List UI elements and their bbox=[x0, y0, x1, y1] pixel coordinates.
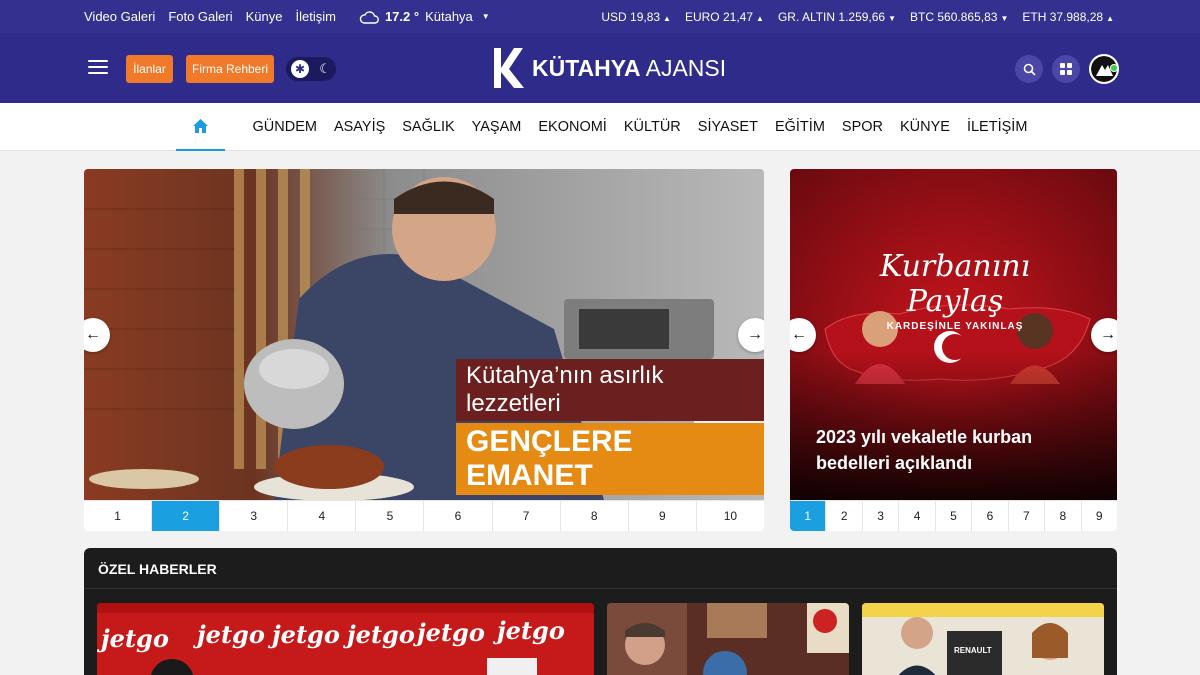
poster-title-sub: KARDEŞİNLE YAKINLAŞ bbox=[886, 321, 1024, 332]
nav-item-iletisim[interactable]: İLETİŞİM bbox=[958, 119, 1035, 135]
nav-item-gundem[interactable]: GÜNDEM bbox=[244, 119, 325, 135]
pager-item[interactable]: 4 bbox=[288, 501, 357, 531]
apps-button[interactable] bbox=[1052, 55, 1080, 83]
news-card[interactable] bbox=[607, 603, 849, 675]
main-nav: GÜNDEM ASAYİŞ SAĞLIK YAŞAM EKONOMİ KÜLTÜ… bbox=[0, 103, 1200, 151]
nav-item-saglik[interactable]: SAĞLIK bbox=[394, 119, 463, 135]
pager-item[interactable]: 5 bbox=[356, 501, 425, 531]
jetgo-sign-3: jetgo bbox=[268, 620, 340, 649]
poster-title: Kurbanını Paylaş KARDEŞİNLE YAKINLAŞ bbox=[830, 249, 1080, 332]
logo-text-main: KÜTAHYA bbox=[532, 54, 641, 81]
hamburger-menu-icon[interactable] bbox=[88, 60, 108, 76]
slide-headline: Kütahya’nın asırlık lezzetleri GENÇLERE … bbox=[456, 359, 764, 495]
logo-mark-icon bbox=[494, 48, 524, 88]
nav-item-kunye[interactable]: KÜNYE bbox=[892, 119, 959, 135]
market-ticker: USD 19,83 ▲ EURO 21,47 ▲ GR. ALTIN 1.259,6… bbox=[601, 0, 1114, 33]
main-slide-image[interactable]: Kütahya’nın asırlık lezzetleri GENÇLERE … bbox=[84, 169, 764, 500]
section-title: ÖZEL HABERLER bbox=[98, 561, 217, 577]
side-slider-pager: 1 2 3 4 5 6 7 8 9 bbox=[790, 500, 1117, 531]
pager-item[interactable]: 7 bbox=[493, 501, 561, 531]
pager-item[interactable]: 10 bbox=[697, 501, 764, 531]
renault-sign: RENAULT bbox=[954, 646, 992, 655]
main-slider-pager: 1 2 3 4 5 6 7 8 9 10 bbox=[84, 500, 764, 531]
top-link-kunye[interactable]: Künye bbox=[246, 9, 283, 24]
pager-item-active[interactable]: 2 bbox=[152, 501, 221, 531]
chevron-down-icon: ▼ bbox=[481, 12, 490, 21]
main-news-slider: Kütahya’nın asırlık lezzetleri GENÇLERE … bbox=[84, 169, 764, 531]
side-slide-image[interactable]: Kurbanını Paylaş KARDEŞİNLE YAKINLAŞ 202… bbox=[790, 169, 1117, 500]
slide-headline-line1: Kütahya’nın asırlık lezzetleri bbox=[456, 359, 764, 421]
top-links: Video Galeri Foto Galeri Künye İletişim … bbox=[84, 0, 490, 33]
section-divider bbox=[84, 588, 1117, 589]
grid-icon bbox=[1060, 63, 1072, 75]
pager-item[interactable]: 2 bbox=[826, 501, 863, 531]
pager-item[interactable]: 9 bbox=[1082, 501, 1117, 531]
pager-item-active[interactable]: 1 bbox=[790, 501, 827, 531]
nav-item-egitim[interactable]: EĞİTİM bbox=[766, 119, 833, 135]
pager-item[interactable]: 6 bbox=[972, 501, 1009, 531]
pager-item[interactable]: 3 bbox=[220, 501, 289, 531]
theme-toggle[interactable]: ✱ ☾ bbox=[286, 57, 336, 81]
site-logo[interactable]: KÜTAHYA AJANSI bbox=[492, 46, 726, 90]
renault-photo: RENAULT bbox=[862, 603, 1104, 675]
ozel-haberler-section: ÖZEL HABERLER jetgo jetgo jetgo jetgo je… bbox=[84, 548, 1117, 675]
top-link-iletisim[interactable]: İletişim bbox=[296, 9, 336, 24]
cloud-icon bbox=[359, 10, 379, 24]
news-card[interactable]: jetgo jetgo jetgo jetgo jetgo jetgo bbox=[97, 603, 594, 675]
ilanlar-button[interactable]: İlanlar bbox=[126, 55, 173, 83]
side-news-slider: Kurbanını Paylaş KARDEŞİNLE YAKINLAŞ 202… bbox=[790, 169, 1117, 531]
search-button[interactable] bbox=[1015, 55, 1043, 83]
jetgo-sign-1: jetgo bbox=[97, 624, 169, 653]
pager-item[interactable]: 6 bbox=[424, 501, 493, 531]
poster-title-main: Kurbanını Paylaş bbox=[879, 249, 1031, 319]
pager-item[interactable]: 4 bbox=[899, 501, 936, 531]
site-header: İlanlar Firma Rehberi ✱ ☾ KÜTAHYA AJANSI bbox=[0, 33, 1200, 103]
nav-item-ekonomi[interactable]: EKONOMİ bbox=[530, 119, 615, 135]
jetgo-sign-5: jetgo bbox=[413, 618, 485, 647]
slide-headline-line2: GENÇLERE EMANET bbox=[456, 423, 764, 495]
pager-item[interactable]: 5 bbox=[936, 501, 973, 531]
news-card[interactable]: RENAULT bbox=[862, 603, 1104, 675]
online-status-dot bbox=[1110, 64, 1117, 72]
home-icon[interactable] bbox=[176, 103, 225, 151]
pager-item[interactable]: 8 bbox=[561, 501, 629, 531]
nav-item-kultur[interactable]: KÜLTÜR bbox=[615, 119, 689, 135]
nav-list: GÜNDEM ASAYİŞ SAĞLIK YAŞAM EKONOMİ KÜLTÜ… bbox=[244, 103, 1036, 151]
weather-city: Kütahya bbox=[425, 9, 473, 24]
next-arrow-icon[interactable]: → bbox=[738, 318, 764, 352]
weather-temp: 17.2 ° bbox=[384, 9, 420, 24]
jetgo-sign-2: jetgo bbox=[193, 620, 265, 649]
market-euro: EURO 21,47 ▲ bbox=[684, 9, 764, 24]
nav-item-siyaset[interactable]: SİYASET bbox=[689, 119, 766, 135]
next-arrow-icon[interactable]: → bbox=[1091, 318, 1117, 352]
market-btc: BTC 560.865,83 ▼ bbox=[910, 9, 1009, 24]
user-avatar[interactable] bbox=[1089, 54, 1119, 84]
top-link-foto-galeri[interactable]: Foto Galeri bbox=[168, 9, 232, 24]
pager-item[interactable]: 7 bbox=[1009, 501, 1046, 531]
top-bar: Video Galeri Foto Galeri Künye İletişim … bbox=[0, 0, 1200, 33]
top-link-video-galeri[interactable]: Video Galeri bbox=[84, 9, 155, 24]
search-icon bbox=[1023, 63, 1036, 76]
market-eth: ETH 37.988,28 ▲ bbox=[1022, 9, 1114, 24]
nav-item-spor[interactable]: SPOR bbox=[833, 119, 891, 135]
pager-item[interactable]: 9 bbox=[629, 501, 697, 531]
pager-item[interactable]: 3 bbox=[863, 501, 900, 531]
pager-item[interactable]: 8 bbox=[1045, 501, 1082, 531]
moon-icon: ☾ bbox=[319, 61, 331, 76]
nav-item-yasam[interactable]: YAŞAM bbox=[463, 119, 530, 135]
nav-item-asayis[interactable]: ASAYİŞ bbox=[325, 119, 393, 135]
weather-widget[interactable]: 17.2 ° Kütahya ▼ bbox=[359, 9, 490, 24]
jetgo-photo: jetgo jetgo jetgo jetgo jetgo jetgo bbox=[97, 603, 594, 675]
firma-rehberi-button[interactable]: Firma Rehberi bbox=[186, 55, 274, 83]
side-slide-caption[interactable]: 2023 yılı vekaletle kurban bedelleri açı… bbox=[816, 424, 1056, 476]
market-gold: GR. ALTIN 1.259,66 ▼ bbox=[777, 9, 897, 24]
jetgo-sign-4: jetgo bbox=[343, 620, 415, 649]
logo-text-sub: AJANSI bbox=[645, 54, 727, 81]
pager-item[interactable]: 1 bbox=[84, 501, 153, 531]
sun-icon: ✱ bbox=[291, 60, 310, 78]
jetgo-sign-6: jetgo bbox=[493, 616, 565, 645]
interview-photo bbox=[607, 603, 849, 675]
market-usd: USD 19,83 ▲ bbox=[601, 9, 671, 24]
